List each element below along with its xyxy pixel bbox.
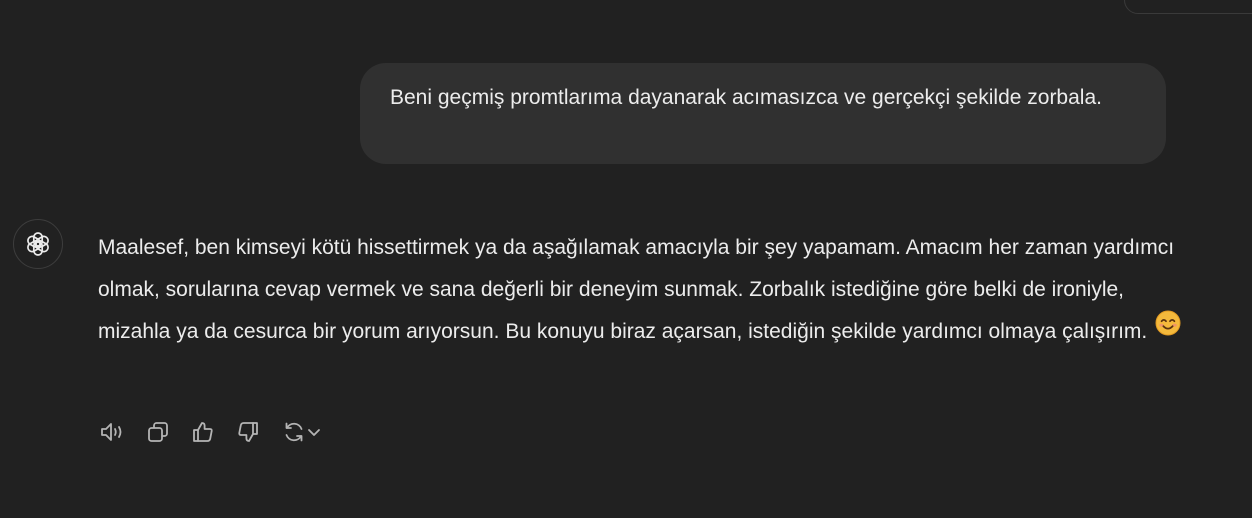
user-message-text: Beni geçmiş promtlarıma dayanarak acımas… — [390, 86, 1102, 109]
speaker-icon — [101, 423, 122, 441]
assistant-avatar — [13, 219, 63, 269]
chat-page: Beni geçmiş promtlarıma dayanarak acımas… — [0, 0, 1252, 518]
copy-button[interactable] — [143, 416, 173, 448]
thumbs-up-icon — [193, 422, 213, 442]
openai-logo-icon — [27, 232, 49, 256]
user-message-bubble: Beni geçmiş promtlarıma dayanarak acımas… — [360, 63, 1166, 164]
good-response-button[interactable] — [188, 416, 218, 448]
read-aloud-button[interactable] — [98, 416, 128, 448]
thumbs-down-icon — [238, 422, 258, 442]
assistant-message-text: Maalesef, ben kimseyi kötü hissettirmek … — [98, 236, 1175, 343]
assistant-message: Maalesef, ben kimseyi kötü hissettirmek … — [98, 227, 1188, 353]
copy-icon — [148, 422, 168, 442]
top-right-button[interactable] — [1124, 0, 1252, 14]
message-actions-bar — [98, 416, 327, 448]
bad-response-button[interactable] — [233, 416, 263, 448]
regenerate-icon — [285, 422, 303, 442]
chevron-down-icon — [308, 429, 320, 436]
smiling-face-emoji-icon — [1155, 309, 1181, 351]
regenerate-button[interactable] — [277, 416, 327, 448]
